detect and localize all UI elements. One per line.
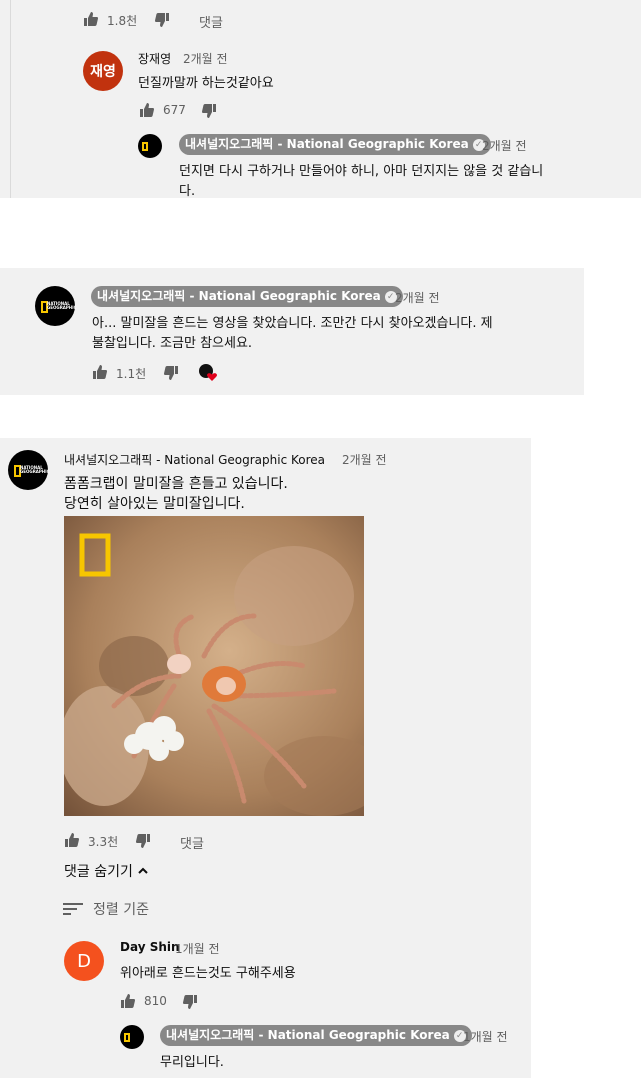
- thumbs-up-icon[interactable]: [92, 364, 108, 380]
- crab-image[interactable]: [64, 516, 364, 816]
- channel-name: 내셔널지오그래픽 - National Geographic Korea: [166, 1028, 450, 1042]
- thumbs-down-icon[interactable]: [135, 833, 151, 849]
- ng-logo-text: NATIONAL GEOGRAPHIC: [47, 301, 77, 310]
- thumbs-down-icon[interactable]: [154, 12, 170, 28]
- channel-avatar[interactable]: [138, 134, 162, 158]
- thumbs-down-icon[interactable]: [182, 994, 198, 1010]
- comment-text-line2: 불찰입니다. 조금만 참으세요.: [92, 336, 253, 351]
- comment-panel-middle: NATIONAL GEOGRAPHIC 내셔널지오그래픽 - National …: [0, 268, 584, 395]
- ng-logo-icon: [124, 1033, 130, 1042]
- channel-avatar[interactable]: NATIONAL GEOGRAPHIC: [35, 286, 77, 326]
- sort-button[interactable]: 정렬 기준: [63, 899, 149, 919]
- comment-text: 무리입니다.: [160, 1055, 224, 1070]
- channel-avatar[interactable]: NATIONAL GEOGRAPHIC: [8, 450, 50, 490]
- thumbs-up-icon[interactable]: [120, 993, 136, 1009]
- chevron-up-icon: [137, 865, 149, 877]
- channel-name: 내셔널지오그래픽 - National Geographic Korea: [97, 289, 381, 303]
- channel-avatar[interactable]: [120, 1025, 144, 1049]
- ng-logo-icon: [142, 142, 148, 151]
- like-count: 1.8천: [107, 14, 138, 28]
- like-count: 3.3천: [88, 835, 119, 849]
- comment-text-line1: 던지면 다시 구하거나 만들어야 하니, 아마 던지지는 않을 것 같습니: [179, 164, 544, 179]
- thumbs-up-icon[interactable]: [139, 102, 155, 118]
- hide-replies-label: 댓글 숨기기: [64, 864, 133, 880]
- thumbs-down-icon[interactable]: [201, 103, 217, 119]
- creator-heart-icon: [198, 363, 218, 383]
- comment-author[interactable]: 장재영: [138, 50, 171, 67]
- avatar[interactable]: D: [64, 941, 104, 981]
- comment-time[interactable]: 2개월 전: [482, 137, 527, 154]
- thread-line: [10, 0, 11, 198]
- comment-time[interactable]: 2개월 전: [183, 50, 228, 67]
- comment-time[interactable]: 2개월 전: [342, 451, 387, 468]
- comment-text-line2: 다.: [179, 184, 196, 199]
- comment-time[interactable]: 2개월 전: [395, 289, 440, 306]
- thumbs-up-icon[interactable]: [83, 11, 99, 27]
- sort-icon: [63, 902, 83, 916]
- comment-text: 위아래로 흔드는것도 구해주세용: [120, 966, 296, 981]
- channel-name: 내셔널지오그래픽 - National Geographic Korea: [185, 137, 469, 151]
- comment-text: 던질까말까 하는것같아요: [138, 76, 274, 91]
- reply-button[interactable]: 댓글: [180, 833, 204, 852]
- thumbs-up-icon[interactable]: [64, 832, 80, 848]
- channel-name-chip[interactable]: 내셔널지오그래픽 - National Geographic Korea ✓: [179, 134, 491, 155]
- like-count: 810: [144, 994, 167, 1008]
- avatar[interactable]: 재영: [83, 51, 123, 91]
- comment-panel-bottom: NATIONAL GEOGRAPHIC 내셔널지오그래픽 - National …: [0, 438, 531, 1078]
- comment-text-line1: 아... 말미잘을 흔드는 영상을 찾았습니다. 조만간 다시 찾아오겠습니다.…: [92, 316, 493, 331]
- ng-logo-text: NATIONAL GEOGRAPHIC: [20, 465, 50, 474]
- avatar-initials: D: [77, 950, 91, 972]
- comment-time[interactable]: 1개월 전: [175, 940, 220, 957]
- reply-button[interactable]: 댓글: [199, 12, 223, 31]
- comment-text-line2: 당연히 살아있는 말미잘입니다.: [64, 496, 245, 512]
- comment-text-line1: 폼폼크랩이 말미잘을 흔들고 있습니다.: [64, 476, 288, 492]
- like-count: 1.1천: [116, 367, 147, 381]
- channel-name[interactable]: 내셔널지오그래픽 - National Geographic Korea: [64, 451, 325, 468]
- thumbs-down-icon[interactable]: [163, 365, 179, 381]
- hide-replies-button[interactable]: 댓글 숨기기: [64, 861, 149, 881]
- channel-name-chip[interactable]: 내셔널지오그래픽 - National Geographic Korea ✓: [91, 286, 403, 307]
- comment-time[interactable]: 1개월 전: [463, 1028, 508, 1045]
- channel-name-chip[interactable]: 내셔널지오그래픽 - National Geographic Korea ✓: [160, 1025, 472, 1046]
- sort-label: 정렬 기준: [93, 902, 149, 918]
- comment-author[interactable]: Day Shin: [120, 940, 180, 954]
- like-count: 677: [163, 103, 186, 117]
- avatar-initials: 재영: [90, 64, 116, 80]
- comment-panel-top: 1.8천 댓글 재영 장재영 2개월 전 던질까말까 하는것같아요 677 내셔…: [0, 0, 641, 199]
